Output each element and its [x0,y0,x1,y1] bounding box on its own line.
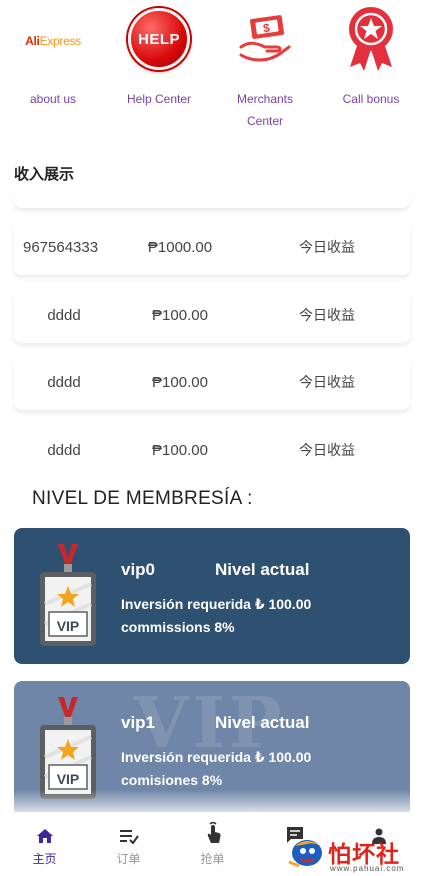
nav-orders[interactable]: 订单 [86,820,171,867]
nav-home[interactable]: 主页 [2,820,87,867]
quick-links: AliExpress about us HELP Help Center $ M… [0,0,425,140]
income-account: dddd [47,307,81,324]
money-hand-icon: $ [239,15,291,62]
income-amount: ₱1000.00 [147,239,213,256]
quick-link-label: about us [29,92,77,106]
income-label: 今日收益 [299,375,355,391]
income-label: 今日收益 [299,443,355,459]
income-row: 967564333 ₱1000.00 今日收益 [14,221,410,275]
quick-link-merchants-center[interactable]: $ Merchants Center [212,0,318,132]
award-ribbon-icon [349,7,393,71]
help-badge-icon: HELP [128,8,190,70]
income-account: dddd [47,442,81,459]
vip-name: vip0 [121,560,156,579]
membership-title: NIVEL DE MEMBRESÍA : [32,488,253,509]
income-account: dddd [47,374,81,391]
tap-hand-icon [207,822,221,843]
vip-commission: commissions 8% [121,619,235,635]
quick-link-call-bonus[interactable]: Call bonus [318,0,424,110]
vip-status: Nivel actual [215,560,310,579]
nav-label: 抢单 [200,852,225,866]
quick-link-label: Help Center [126,92,192,106]
watermark-logo-icon [288,840,322,868]
nav-label: 订单 [116,852,141,866]
aliexpress-logo: AliExpress [25,34,81,48]
vip-requirement: Inversión requerida ₺ 100.00 [121,596,312,612]
nav-label: 主页 [32,852,57,866]
quick-link-help-center[interactable]: HELP Help Center [106,0,212,110]
vip-name: vip1 [121,713,156,732]
income-account: 967564333 [23,239,99,256]
home-icon [36,829,53,843]
vip-commission: comisiones 8% [121,772,223,788]
nav-grab-order[interactable]: 抢单 [170,820,255,867]
income-label: 今日收益 [299,308,355,324]
vip-requirement: Inversión requerida ₺ 100.00 [121,749,312,765]
income-row: dddd ₱100.00 今日收益 [14,289,410,343]
watermark-url: www.pahuai.com [330,864,405,873]
income-row: dddd ₱100.00 今日收益 [14,424,410,478]
vip-card-vip0[interactable]: VIP vip0 Nivel actual Inversión requerid… [14,528,410,664]
order-list-icon [119,830,139,844]
quick-link-about-us[interactable]: AliExpress about us [0,0,106,110]
income-amount: ₱100.00 [152,307,208,324]
quick-link-label: Merchants Center [236,92,294,128]
income-list-header [14,194,410,208]
site-watermark: 怕坏社区 www.pahuai.com [283,832,423,876]
income-amount: ₱100.00 [152,442,208,459]
vip-badge-icon: VIP [40,544,96,646]
vip-badge-icon: VIP [40,697,96,799]
quick-link-label: Call bonus [342,92,400,106]
income-label: 今日收益 [299,240,355,256]
svg-text:VIP: VIP [57,771,80,787]
income-amount: ₱100.00 [152,374,208,391]
svg-text:VIP: VIP [57,618,80,634]
income-row: dddd ₱100.00 今日收益 [14,356,410,410]
vip-status: Nivel actual [215,713,310,732]
income-section-title: 收入展示 [14,165,75,183]
